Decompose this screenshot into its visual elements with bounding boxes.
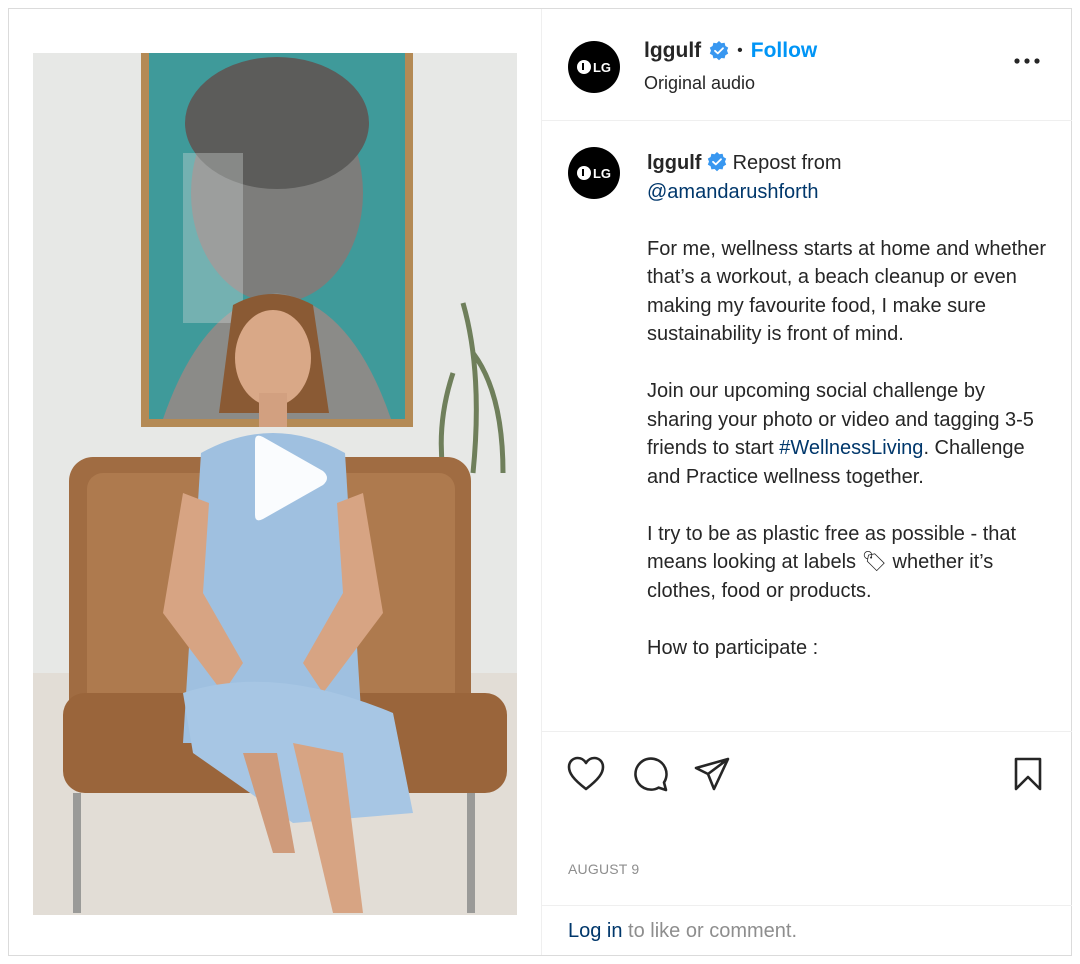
lg-logo: LG (576, 165, 612, 181)
caption-paragraph-1: For me, wellness starts at home and whet… (647, 237, 1047, 346)
avatar[interactable]: LG (568, 41, 620, 93)
more-options-icon[interactable] (1012, 53, 1042, 69)
caption-paragraph-3: I try to be as plastic free as possible … (647, 522, 1017, 602)
header-user-row: lggulf • Follow (644, 39, 817, 63)
share-button[interactable] (692, 754, 732, 794)
login-prompt-text: to like or comment. (622, 920, 798, 942)
lg-logo-text: LG (592, 59, 612, 75)
caption-text: lggulf Repost from @amandarushforth For … (647, 149, 1047, 662)
hashtag-link[interactable]: #WellnessLiving (779, 437, 923, 459)
post-header: LG lggulf • Follow Original audio (542, 9, 1072, 121)
lg-logo-circle (576, 166, 591, 180)
caption-area: LG lggulf Repost from @amandarushforth F… (542, 121, 1072, 731)
post-container: LG lggulf • Follow Original audio LG lgg… (8, 8, 1072, 956)
post-date[interactable]: AUGUST 9 (568, 861, 639, 877)
mention-link[interactable]: @amandarushforth (647, 181, 819, 203)
heart-icon (567, 756, 605, 791)
repost-prefix: Repost from (732, 152, 842, 174)
caption-paragraph-2: Join our upcoming social challenge by sh… (647, 377, 1047, 491)
audio-label[interactable]: Original audio (644, 73, 755, 94)
comment-icon (634, 757, 668, 792)
follow-button[interactable]: Follow (751, 39, 818, 63)
login-link[interactable]: Log in (568, 920, 623, 942)
action-bar (542, 731, 1072, 819)
lg-logo-text: LG (592, 165, 612, 181)
play-icon (255, 435, 327, 521)
caption-username[interactable]: lggulf (647, 152, 701, 174)
post-sidebar: LG lggulf • Follow Original audio LG lgg… (541, 9, 1072, 955)
verified-badge-icon (709, 41, 729, 61)
comment-button[interactable] (630, 754, 670, 794)
lg-logo: LG (576, 59, 612, 75)
caption-avatar[interactable]: LG (568, 147, 620, 199)
save-button[interactable] (1008, 754, 1048, 794)
username-link[interactable]: lggulf (644, 39, 701, 63)
play-button[interactable] (227, 423, 337, 533)
login-prompt: Log in to like or comment. (542, 905, 1072, 955)
caption-paragraph-4: How to participate : (647, 636, 819, 659)
bookmark-icon (1014, 757, 1042, 791)
verified-badge-icon (707, 152, 727, 172)
caption-first-line: lggulf Repost from @amandarushforth (647, 149, 1047, 206)
lg-logo-circle (576, 60, 591, 74)
separator-dot: • (737, 42, 743, 59)
share-icon (694, 757, 730, 791)
like-button[interactable] (566, 754, 606, 794)
video-player[interactable] (33, 53, 517, 915)
